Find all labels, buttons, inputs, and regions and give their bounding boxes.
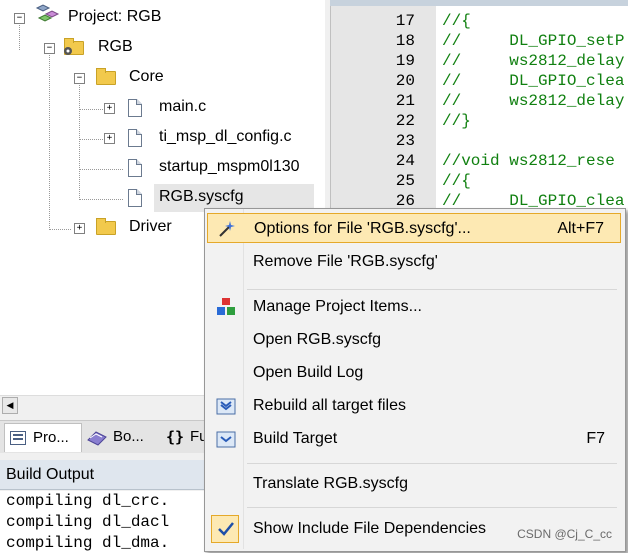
target-label[interactable]: RGB bbox=[98, 38, 133, 56]
collapse-toggle[interactable]: − bbox=[14, 13, 25, 24]
tree-file-main[interactable]: main.c bbox=[159, 98, 206, 116]
code-line: 22//} bbox=[395, 112, 471, 130]
tree-connector bbox=[79, 82, 80, 200]
manage-items-icon bbox=[217, 298, 235, 315]
menu-separator bbox=[247, 463, 617, 464]
menu-item-manage-project-items[interactable]: Manage Project Items... bbox=[207, 292, 621, 322]
tree-connector bbox=[19, 22, 20, 50]
project-icon bbox=[10, 431, 26, 445]
expand-toggle[interactable]: + bbox=[74, 223, 85, 234]
checkmark-icon bbox=[218, 522, 234, 536]
tree-file-startup[interactable]: startup_mspm0l130 bbox=[159, 158, 300, 176]
code-line: 18// DL_GPIO_setP bbox=[395, 32, 625, 50]
menu-item-translate[interactable]: Translate RGB.syscfg bbox=[207, 469, 621, 499]
menu-separator bbox=[247, 507, 617, 508]
code-editor[interactable]: 17//{ 18// DL_GPIO_setP 19// ws2812_dela… bbox=[330, 0, 628, 210]
project-icon bbox=[35, 4, 60, 22]
code-line: 25//{ bbox=[395, 172, 471, 190]
code-line: 24//void ws2812_rese bbox=[395, 152, 615, 170]
code-line: 20// DL_GPIO_clea bbox=[395, 72, 625, 90]
build-output-log[interactable]: compiling dl_crc. compiling dl_daclcompil… bbox=[0, 491, 205, 553]
menu-item-open-file[interactable]: Open RGB.syscfg bbox=[207, 325, 621, 355]
tree-connector bbox=[79, 169, 123, 170]
file-icon bbox=[128, 99, 142, 117]
code-line: 19// ws2812_delay bbox=[395, 52, 625, 70]
menu-item-rebuild-all[interactable]: Rebuild all target files bbox=[207, 391, 621, 421]
tab-books[interactable]: Bo... bbox=[84, 423, 158, 451]
menu-item-build-target[interactable]: Build Target F7 bbox=[207, 424, 621, 454]
code-line: 17//{ bbox=[395, 12, 471, 30]
tab-project[interactable]: Pro... bbox=[4, 423, 82, 452]
project-label[interactable]: Project: RGB bbox=[68, 8, 161, 26]
tree-connector bbox=[79, 139, 107, 140]
tree-connector bbox=[79, 109, 107, 110]
log-line: compiling dl_dacl bbox=[6, 513, 170, 531]
collapse-toggle[interactable]: − bbox=[44, 43, 55, 54]
group-core-label[interactable]: Core bbox=[129, 68, 164, 86]
editor-tab-strip bbox=[330, 0, 628, 6]
magic-wand-icon bbox=[219, 221, 235, 237]
tree-file-syscfg[interactable]: RGB.syscfg bbox=[159, 188, 243, 206]
rebuild-icon bbox=[216, 398, 236, 415]
file-icon bbox=[128, 189, 142, 207]
menu-item-open-build-log[interactable]: Open Build Log bbox=[207, 358, 621, 388]
menu-item-options-for-file[interactable]: Options for File 'RGB.syscfg'... Alt+F7 bbox=[207, 213, 621, 243]
functions-icon: {} bbox=[166, 428, 185, 446]
tree-connector bbox=[49, 229, 71, 230]
gear-icon bbox=[64, 47, 72, 55]
context-menu: Options for File 'RGB.syscfg'... Alt+F7 … bbox=[204, 208, 626, 552]
menu-item-remove-file[interactable]: Remove File 'RGB.syscfg' bbox=[207, 247, 621, 277]
folder-icon bbox=[96, 218, 116, 235]
books-icon bbox=[87, 431, 107, 446]
group-driver-label[interactable]: Driver bbox=[129, 218, 172, 236]
file-icon bbox=[128, 129, 142, 147]
build-output-title: Build Output bbox=[0, 460, 205, 490]
menu-separator bbox=[247, 289, 617, 290]
tree-connector bbox=[49, 52, 50, 230]
expand-toggle[interactable]: + bbox=[104, 103, 115, 114]
file-icon bbox=[128, 159, 142, 177]
tree-file-config[interactable]: ti_msp_dl_config.c bbox=[159, 128, 292, 146]
watermark: CSDN @Cj_C_cc bbox=[517, 527, 612, 541]
folder-open-icon bbox=[96, 68, 116, 85]
collapse-toggle[interactable]: − bbox=[74, 73, 85, 84]
log-line: compiling dl_dma. bbox=[6, 534, 170, 552]
build-icon bbox=[216, 431, 236, 448]
log-line: compiling dl_crc. bbox=[6, 492, 170, 510]
code-line: 21// ws2812_delay bbox=[395, 92, 625, 110]
expand-toggle[interactable]: + bbox=[104, 133, 115, 144]
scroll-left-arrow-icon[interactable]: ◀ bbox=[2, 397, 18, 414]
code-line: 23 bbox=[395, 132, 415, 150]
tree-connector bbox=[79, 199, 123, 200]
